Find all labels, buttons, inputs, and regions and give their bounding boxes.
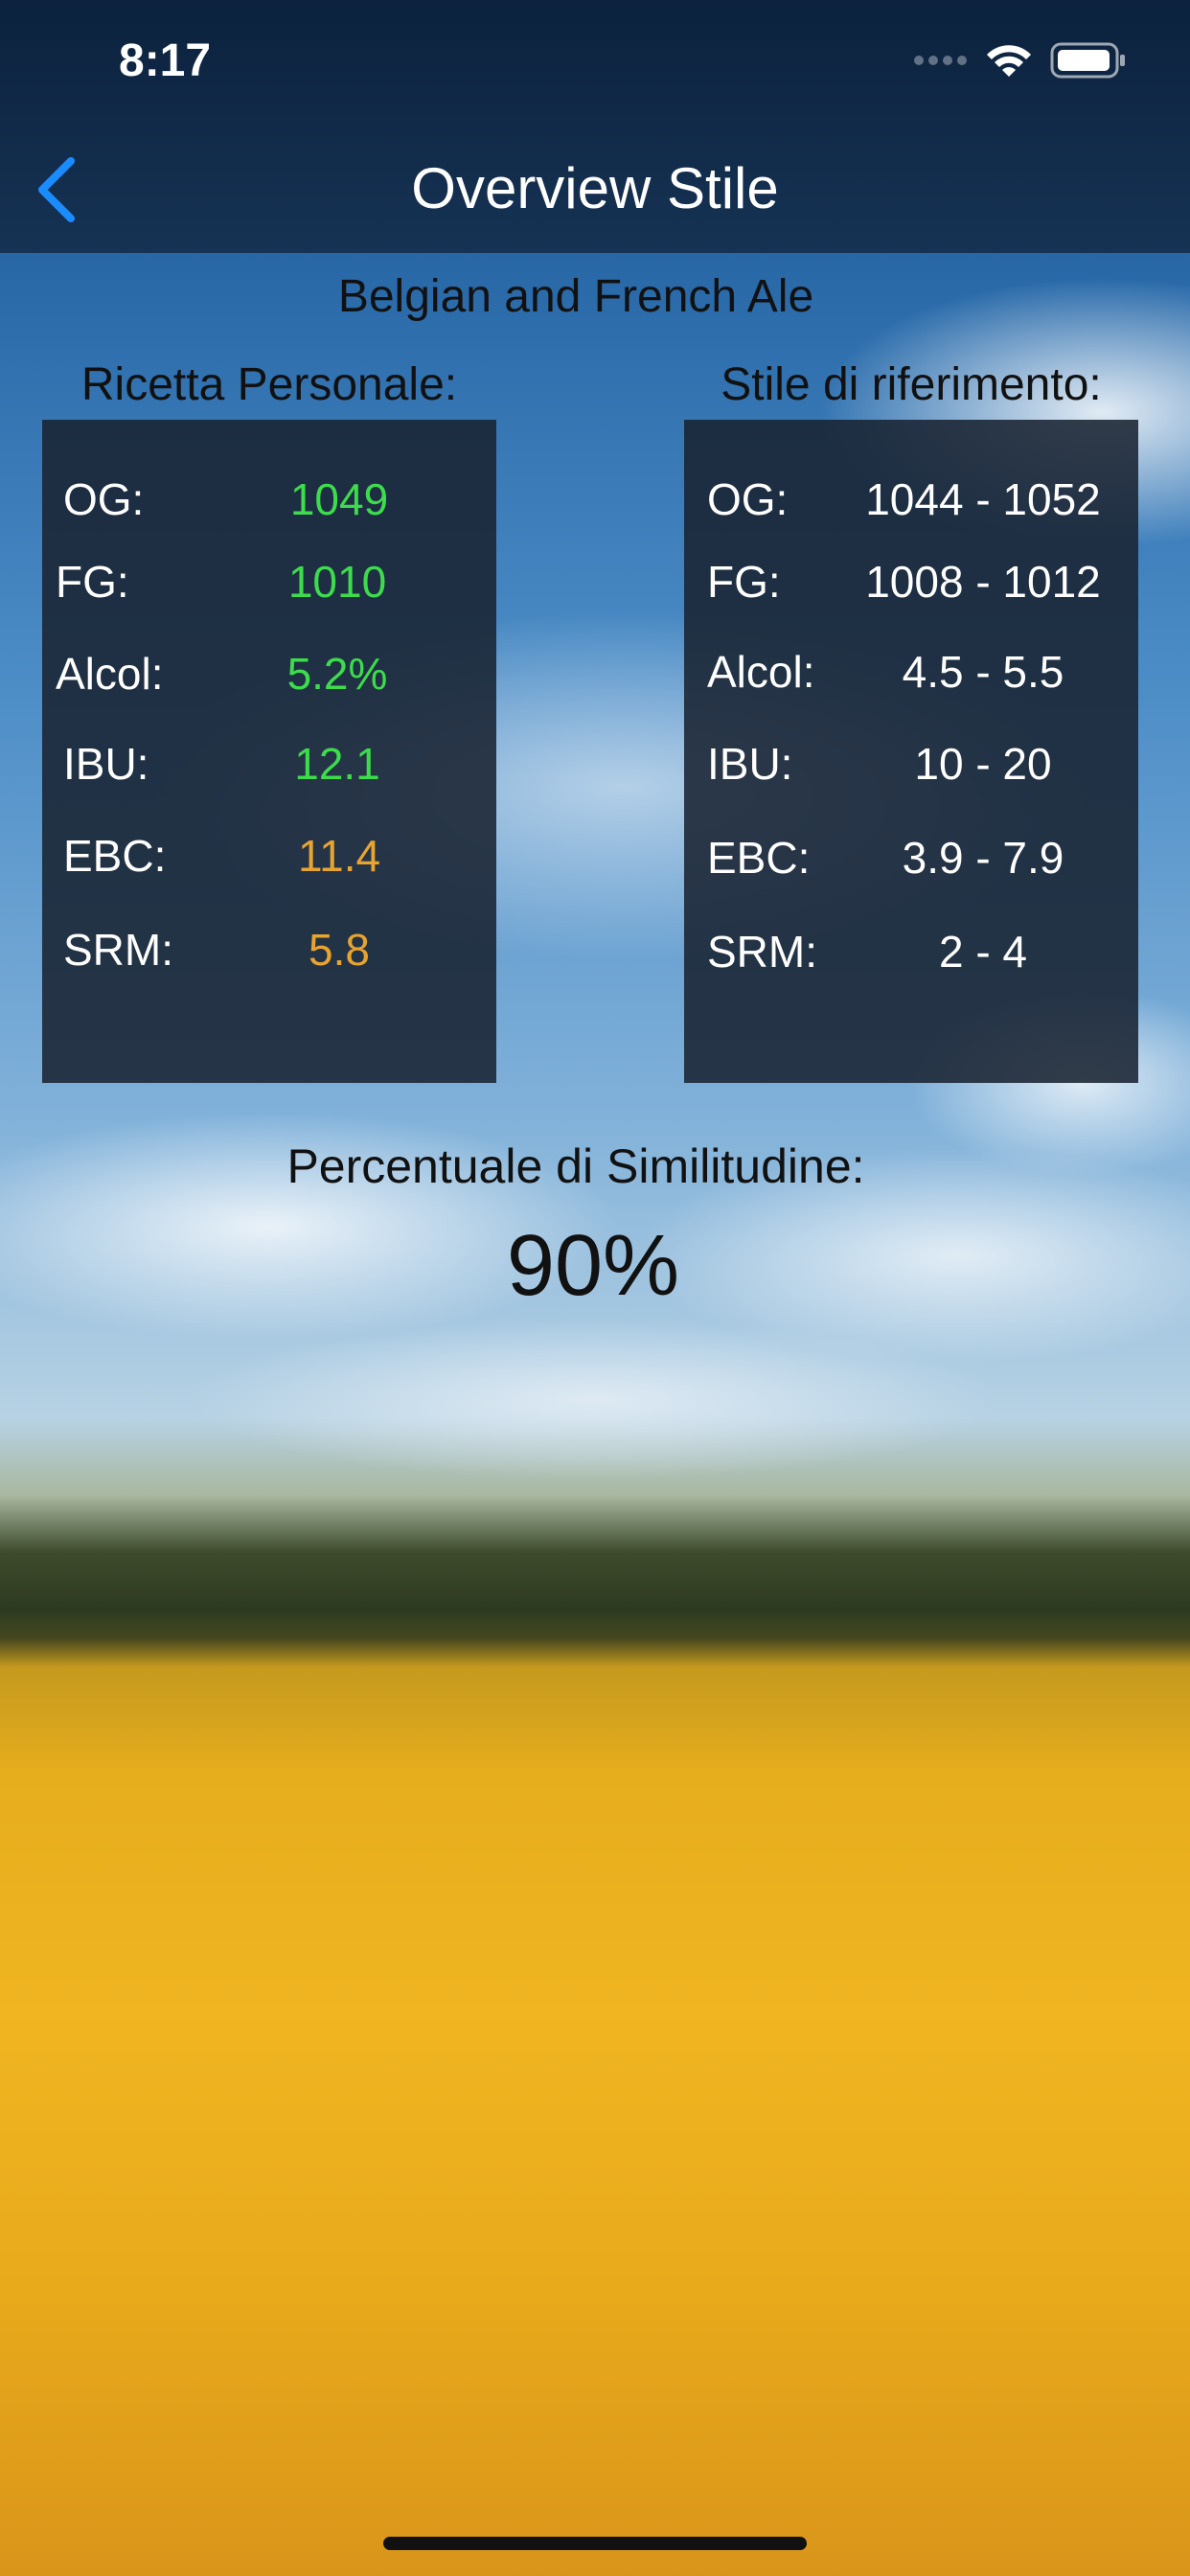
personal-row-og: OG: 1049 bbox=[42, 473, 496, 540]
row-label: IBU: bbox=[63, 739, 149, 789]
row-value: 5.8 bbox=[309, 925, 370, 975]
personal-row-ibu: IBU: 12.1 bbox=[42, 738, 496, 805]
reference-row-srm: SRM: 2 - 4 bbox=[684, 926, 1138, 993]
battery-icon bbox=[1050, 42, 1125, 79]
row-label: IBU: bbox=[707, 739, 793, 789]
row-value: 12.1 bbox=[294, 739, 380, 789]
row-range: 1044 - 1052 bbox=[865, 474, 1101, 524]
row-label: FG: bbox=[707, 557, 781, 607]
row-value: 1010 bbox=[287, 557, 387, 607]
row-label: EBC: bbox=[63, 831, 167, 881]
row-range: 2 - 4 bbox=[938, 927, 1028, 977]
wifi-icon bbox=[987, 45, 1031, 77]
reference-row-alcol: Alcol: 4.5 - 5.5 bbox=[684, 646, 1138, 713]
row-range: 3.9 - 7.9 bbox=[902, 833, 1064, 883]
row-value: 11.4 bbox=[297, 831, 381, 881]
personal-recipe-panel: OG: 1049 FG: 1010 Alcol: 5.2% IBU: 12.1 … bbox=[42, 420, 496, 1083]
row-label: FG: bbox=[56, 557, 129, 607]
reference-style-heading: Stile di riferimento: bbox=[721, 359, 1102, 410]
status-bar: 8:17 bbox=[0, 0, 1190, 125]
reference-row-fg: FG: 1008 - 1012 bbox=[684, 556, 1138, 623]
reference-row-og: OG: 1044 - 1052 bbox=[684, 473, 1138, 540]
reference-row-ibu: IBU: 10 - 20 bbox=[684, 738, 1138, 805]
reference-row-ebc: EBC: 3.9 - 7.9 bbox=[684, 832, 1138, 899]
row-label: Alcol: bbox=[707, 647, 815, 697]
row-label: OG: bbox=[707, 474, 789, 524]
personal-recipe-heading: Ricetta Personale: bbox=[80, 359, 458, 410]
similarity-label: Percentuale di Similitudine: bbox=[286, 1139, 865, 1193]
status-time: 8:17 bbox=[119, 35, 212, 86]
style-name: Belgian and French Ale bbox=[337, 271, 814, 322]
row-label: EBC: bbox=[707, 833, 811, 883]
row-label: SRM: bbox=[63, 925, 173, 975]
personal-row-fg: FG: 1010 bbox=[42, 556, 496, 623]
page-title: Overview Stile bbox=[411, 156, 779, 220]
row-label: SRM: bbox=[707, 927, 817, 977]
row-value: 5.2% bbox=[286, 649, 388, 699]
row-label: Alcol: bbox=[56, 649, 164, 699]
personal-row-ebc: EBC: 11.4 bbox=[42, 830, 496, 897]
home-indicator[interactable] bbox=[383, 2537, 807, 2550]
row-label: OG: bbox=[63, 474, 145, 524]
personal-row-alcol: Alcol: 5.2% bbox=[42, 648, 496, 715]
reference-style-panel: OG: 1044 - 1052 FG: 1008 - 1012 Alcol: 4… bbox=[684, 420, 1138, 1083]
signal-dots-icon bbox=[914, 56, 967, 65]
similarity-value: 90% bbox=[506, 1218, 680, 1314]
row-range: 1008 - 1012 bbox=[865, 557, 1101, 607]
personal-row-srm: SRM: 5.8 bbox=[42, 924, 496, 991]
row-range: 10 - 20 bbox=[914, 739, 1052, 789]
row-range: 4.5 - 5.5 bbox=[902, 647, 1064, 697]
status-icons bbox=[914, 42, 1127, 79]
row-value: 1049 bbox=[289, 474, 389, 524]
